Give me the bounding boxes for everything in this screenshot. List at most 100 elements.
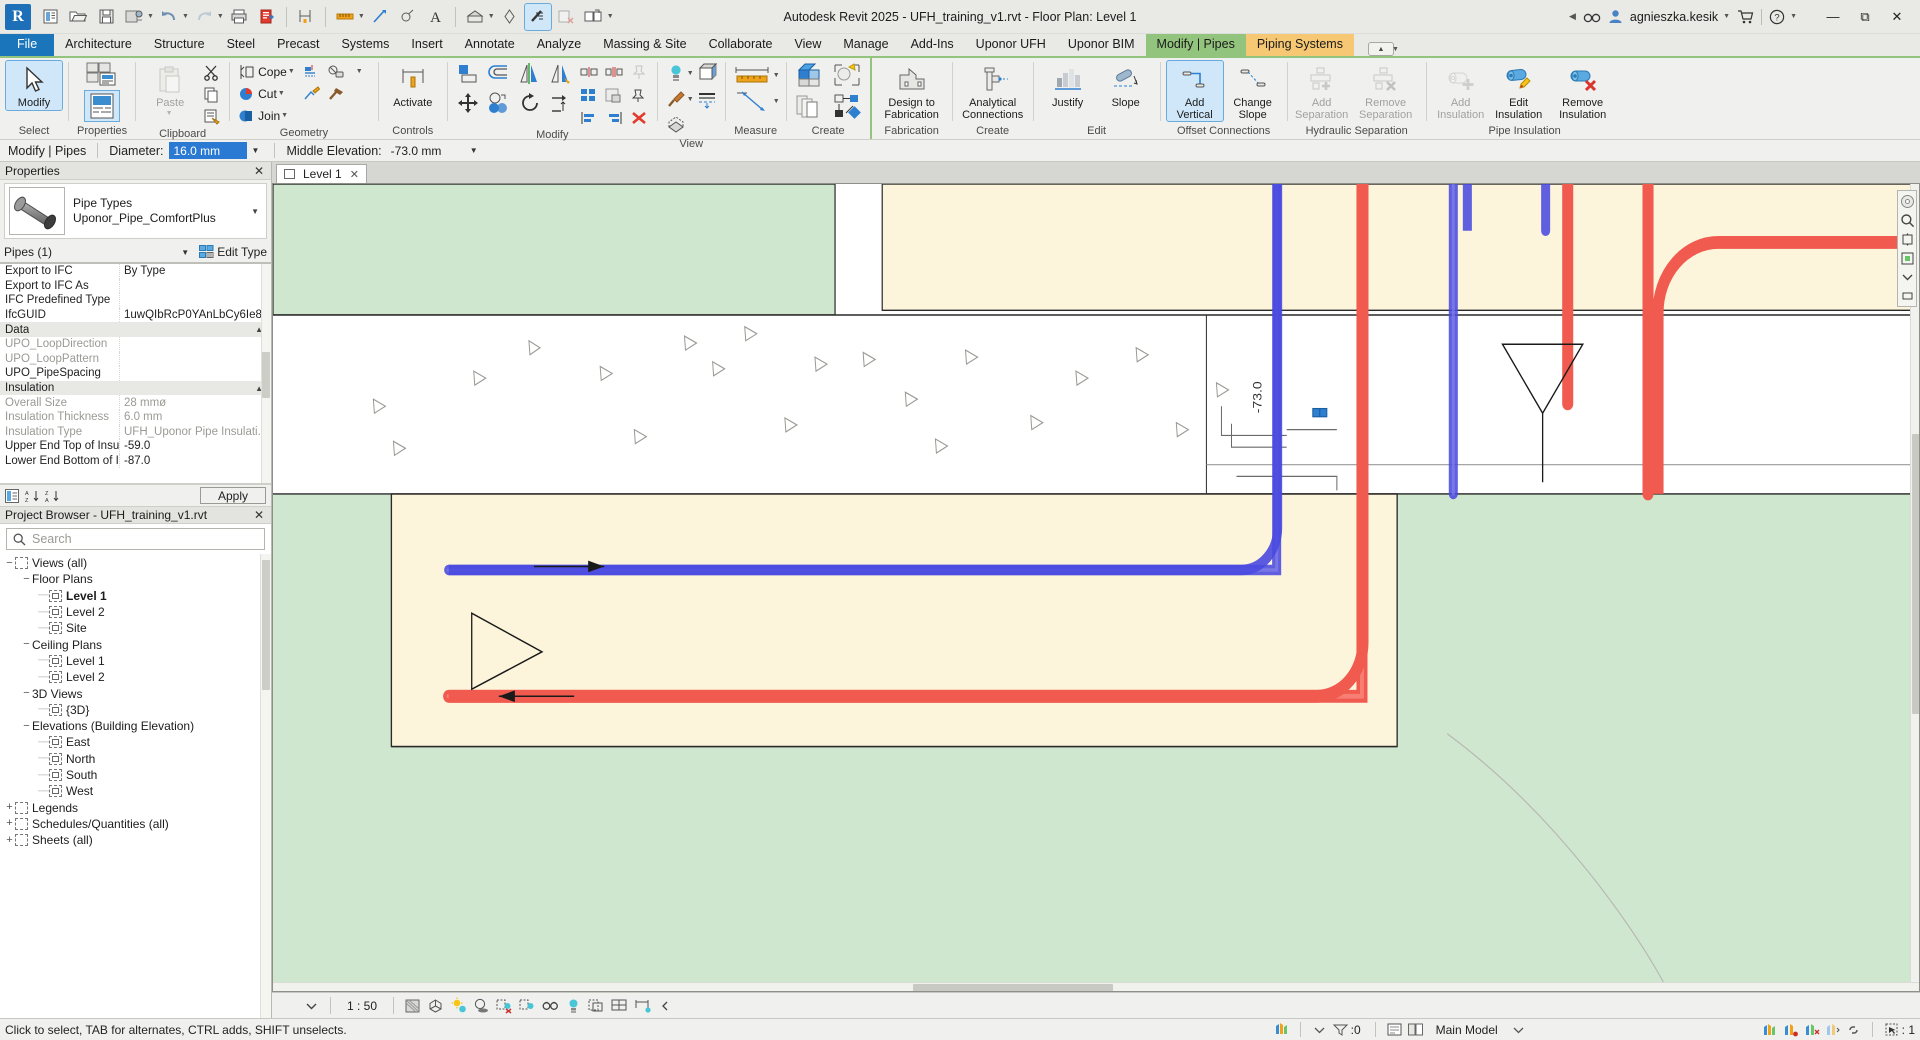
properties-help-icon[interactable] (5, 488, 20, 503)
tree-node[interactable]: − Views (all) (0, 555, 271, 571)
mirror-draw-axis-icon[interactable] (547, 61, 575, 87)
zoom-fit-icon[interactable] (1899, 250, 1915, 266)
diameter-input[interactable]: 16.0 mm (169, 142, 248, 159)
move-icon[interactable] (454, 90, 482, 116)
thin-lines-icon[interactable] (523, 2, 552, 31)
tree-node[interactable]: ── Level 1 (0, 653, 271, 669)
design-options-icon[interactable] (1759, 1020, 1780, 1039)
undo-icon[interactable] (156, 4, 182, 30)
restore-button[interactable]: ⧉ (1850, 4, 1880, 30)
project-browser-icon[interactable] (37, 4, 63, 30)
tab-file[interactable]: File (0, 34, 55, 56)
open-icon[interactable] (65, 4, 91, 30)
type-selector[interactable]: Pipe Types Uponor_Pipe_ComfortPlus ▼ (4, 183, 267, 239)
instance-selector[interactable]: Pipes (1) (4, 245, 52, 259)
help-icon[interactable]: ? (1769, 9, 1785, 25)
ribbon-display-options[interactable]: ▲ ▼ (1367, 42, 1399, 56)
cope-dropdown-icon[interactable]: ▼ (288, 68, 295, 75)
property-row[interactable]: Export to IFC By Type (0, 264, 271, 279)
save-as-icon[interactable] (121, 4, 147, 30)
measure-along-dropdown-icon[interactable]: ▼ (773, 98, 780, 105)
active-design-option-icon[interactable] (1801, 1020, 1822, 1039)
linework-icon[interactable] (695, 87, 719, 111)
tree-node[interactable]: − Ceiling Plans (0, 636, 271, 652)
add-vertical-button[interactable]: Add Vertical (1165, 60, 1224, 122)
project-browser-close-icon[interactable]: ✕ (252, 508, 266, 522)
rotate-icon[interactable] (516, 90, 544, 116)
cut-dropdown-icon[interactable]: ▼ (278, 90, 285, 97)
measure-icon[interactable] (293, 4, 319, 30)
tab-structure[interactable]: Structure (143, 34, 216, 56)
minimize-button[interactable]: — (1818, 4, 1848, 30)
user-avatar-icon[interactable] (1608, 9, 1623, 24)
design-to-fabrication-button[interactable]: Design to Fabrication (878, 61, 946, 121)
add-separation-button[interactable]: Add Separation (1294, 61, 1350, 121)
canvas-horizontal-scrollbar[interactable] (273, 982, 1919, 991)
user-dropdown-icon[interactable]: ▼ (1723, 13, 1730, 20)
analytical-connections-button[interactable]: Analytical Connections (959, 61, 1027, 121)
align-icon[interactable] (454, 61, 482, 87)
view-tab-close-icon[interactable]: ✕ (350, 168, 359, 181)
tab-steel[interactable]: Steel (216, 34, 267, 56)
editable-only-icon[interactable] (1384, 1020, 1405, 1039)
cut-clipboard-icon[interactable] (200, 62, 223, 83)
property-row[interactable]: IfcGUID 1uwQIbRcP0YAnLbCy6Ie8R (0, 307, 271, 323)
property-row[interactable]: Overall Size 28 mmø (0, 395, 271, 410)
tree-node[interactable]: ── Level 2 (0, 604, 271, 620)
paste-dropdown-icon[interactable]: ▼ (166, 110, 173, 117)
remove-separation-button[interactable]: Remove Separation (1352, 61, 1420, 121)
hammer-icon[interactable] (325, 83, 348, 104)
tab-manage[interactable]: Manage (832, 34, 899, 56)
ribbon-state-dropdown-icon[interactable]: ▼ (1392, 46, 1399, 53)
property-value[interactable]: -59.0 (120, 440, 271, 452)
align-right-icon[interactable] (603, 107, 626, 128)
property-row[interactable]: UPO_LoopPattern (0, 351, 271, 367)
apply-button[interactable]: Apply (200, 487, 266, 504)
autodesk-store-icon[interactable] (1737, 9, 1754, 24)
save-as-dropdown-icon[interactable]: ▼ (147, 13, 154, 20)
property-group-header[interactable]: Data ▲ (0, 322, 271, 337)
change-slope-button[interactable]: Change Slope (1225, 61, 1281, 121)
search-input[interactable]: Search (32, 532, 72, 546)
array-icon[interactable] (578, 84, 601, 105)
keynote-icon[interactable] (395, 4, 421, 30)
delete-icon[interactable] (628, 107, 651, 128)
join-dropdown-icon[interactable]: ▼ (281, 112, 288, 119)
tab-analyze[interactable]: Analyze (526, 34, 592, 56)
paste-button[interactable]: Paste ▼ (142, 61, 198, 117)
3d-view-dropdown-icon[interactable]: ▼ (488, 13, 495, 20)
property-value[interactable]: 6.0 mm (120, 411, 271, 423)
view-tab-level-1[interactable]: Level 1 ✕ (276, 164, 367, 183)
property-row[interactable]: Lower End Bottom of Ins...-87.0 (0, 453, 271, 469)
measure-along-element-icon[interactable] (732, 89, 772, 113)
properties-scrollbar[interactable] (261, 264, 271, 483)
sun-path-icon[interactable] (447, 995, 470, 1016)
redo-dropdown-icon[interactable]: ▼ (217, 13, 224, 20)
tab-insert[interactable]: Insert (400, 34, 453, 56)
view-scale[interactable]: 1 : 50 (338, 999, 386, 1013)
tree-expand-icon[interactable]: + (4, 818, 15, 829)
remove-insulation-button[interactable]: Remove Insulation (1549, 61, 1617, 121)
temporary-hide-icon[interactable] (664, 61, 688, 85)
tree-collapse-icon[interactable]: − (4, 557, 15, 569)
copy-modify-icon[interactable] (485, 90, 513, 116)
diameter-dropdown-icon[interactable]: ▼ (247, 142, 263, 159)
steering-wheel-icon[interactable] (1899, 193, 1915, 209)
tree-node[interactable]: ── South (0, 767, 271, 783)
shadows-icon[interactable] (470, 995, 493, 1016)
edit-type-button[interactable]: Edit Type (199, 245, 267, 259)
trim-extend-icon[interactable] (547, 90, 575, 116)
type-properties-icon[interactable] (85, 61, 119, 91)
modify-button[interactable]: Modify (5, 60, 63, 111)
undo-dropdown-icon[interactable]: ▼ (182, 13, 189, 20)
tree-node[interactable]: ── North (0, 751, 271, 767)
tree-node[interactable]: ── East (0, 734, 271, 750)
worksets-icon[interactable] (1271, 1020, 1292, 1039)
link-properties-icon[interactable] (830, 92, 864, 120)
edit-group-icon[interactable] (830, 61, 864, 89)
middle-elevation-input[interactable]: -73.0 mm (388, 142, 466, 159)
tree-node[interactable]: + Legends (0, 799, 271, 815)
save-icon[interactable] (93, 4, 119, 30)
tree-node[interactable]: ── Level 1 (0, 588, 271, 604)
align-left-icon[interactable] (578, 107, 601, 128)
